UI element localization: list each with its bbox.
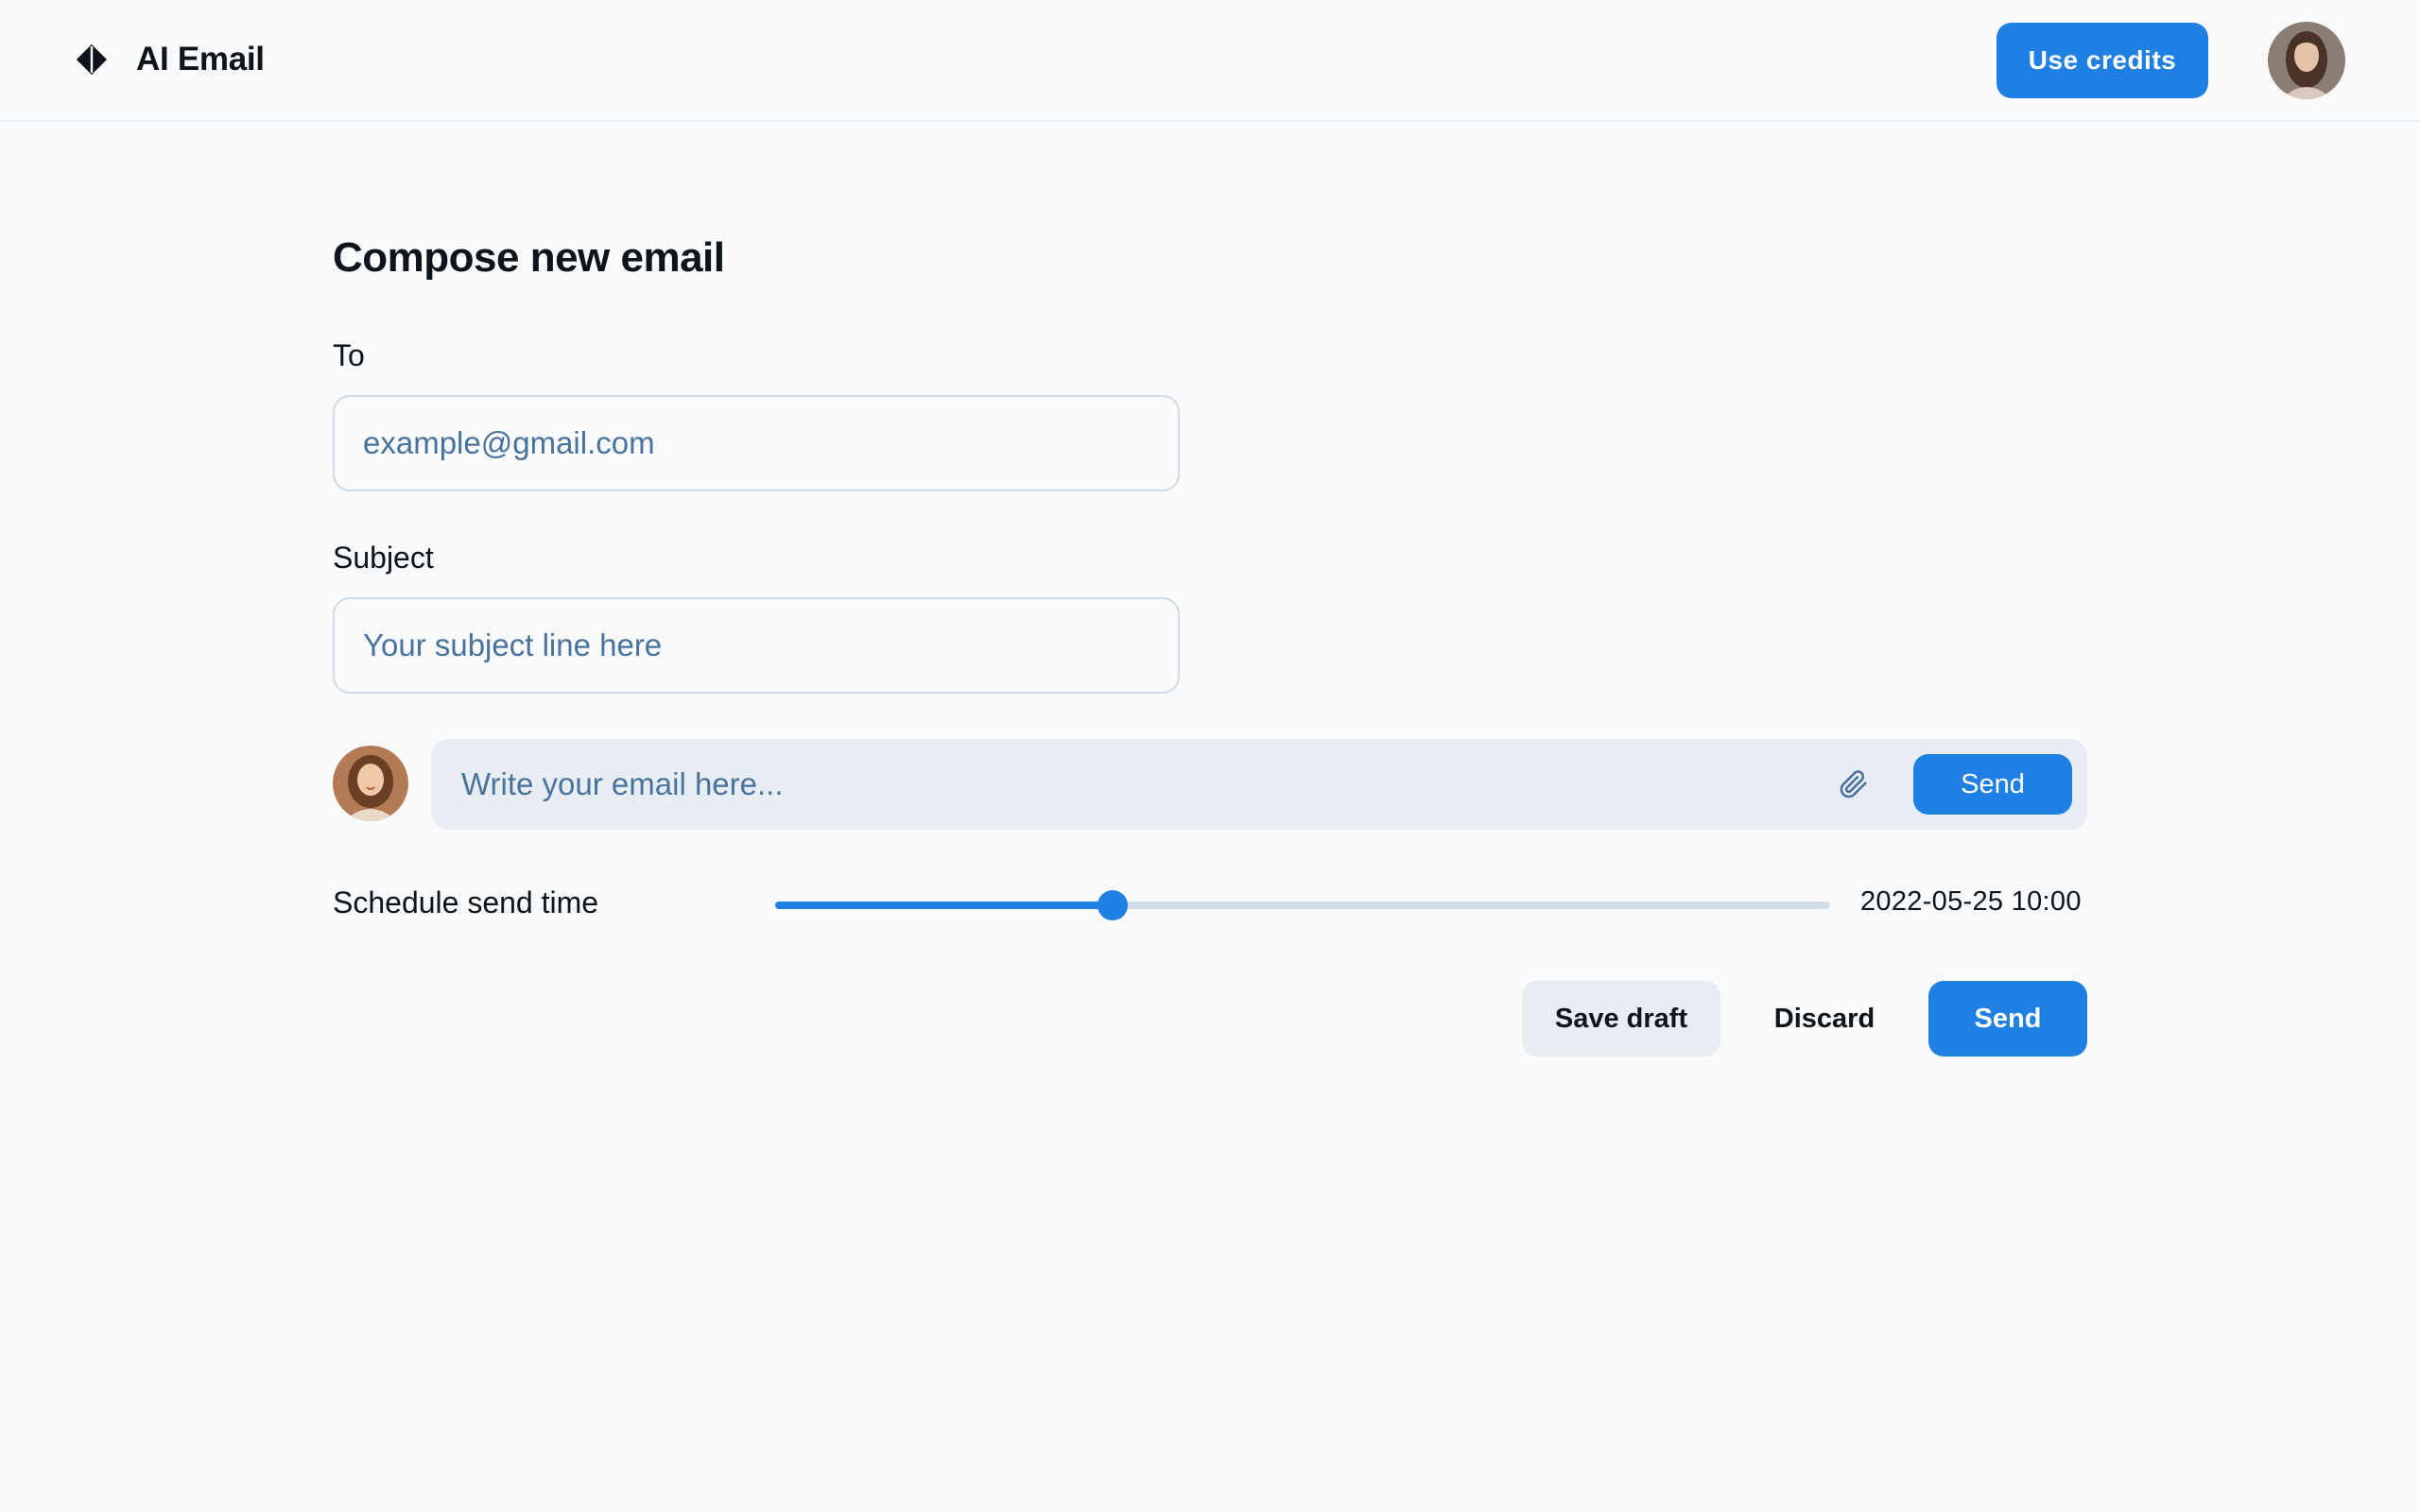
subject-label: Subject [333, 541, 434, 575]
to-label: To [333, 338, 365, 372]
use-credits-button[interactable]: Use credits [1996, 23, 2208, 98]
composer-avatar [333, 746, 408, 821]
discard-button[interactable]: Discard [1754, 981, 1894, 1057]
schedule-slider[interactable] [775, 888, 1830, 922]
email-body-input[interactable] [461, 739, 1832, 830]
send-button[interactable]: Send [1928, 981, 2087, 1057]
composer-send-button[interactable]: Send [1913, 754, 2072, 815]
to-input[interactable] [333, 395, 1180, 491]
user-avatar[interactable] [2268, 22, 2345, 99]
save-draft-button[interactable]: Save draft [1522, 981, 1720, 1057]
top-bar: AI Email Use credits [0, 0, 2420, 122]
diamond-icon [76, 43, 108, 76]
page: AI Email Use credits Compose new email T… [0, 0, 2420, 1512]
slider-fill [775, 902, 1114, 909]
schedule-label: Schedule send time [333, 885, 599, 919]
email-body-composer: Send [431, 739, 2087, 830]
schedule-value: 2022-05-25 10:00 [1860, 886, 2082, 917]
brand[interactable]: AI Email [76, 38, 265, 81]
page-title: Compose new email [333, 234, 725, 281]
paperclip-icon[interactable] [1832, 764, 1874, 805]
app-title: AI Email [136, 41, 265, 77]
subject-input[interactable] [333, 597, 1180, 694]
slider-thumb[interactable] [1098, 890, 1129, 920]
